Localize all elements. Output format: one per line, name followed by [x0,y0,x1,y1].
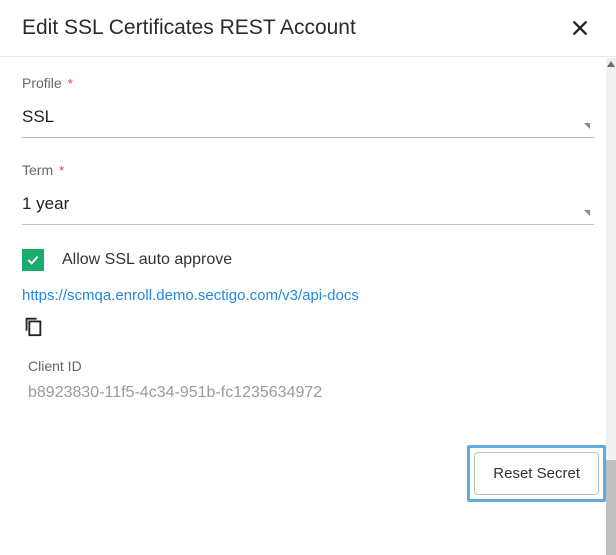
close-icon [569,17,591,39]
profile-select[interactable]: SSL [22,101,594,138]
profile-value: SSL [22,107,594,127]
profile-label: Profile [22,75,62,91]
allow-auto-approve-checkbox[interactable] [22,249,44,271]
client-id-value: b8923830-11f5-4c34-951b-fc1235634972 [22,384,594,402]
api-docs-link[interactable]: https://scmqa.enroll.demo.sectigo.com/v3… [22,287,594,304]
modal-title: Edit SSL Certificates REST Account [22,16,356,40]
term-label: Term [22,162,53,178]
scroll-up-icon [607,61,615,67]
close-button[interactable] [566,14,594,42]
copy-icon [22,314,44,338]
modal-header: Edit SSL Certificates REST Account [0,0,616,57]
scrollbar-thumb[interactable] [606,460,616,555]
chevron-down-icon [584,210,590,216]
scrollbar[interactable] [606,58,616,512]
required-indicator: * [68,76,73,91]
profile-field: Profile * SSL [22,75,594,138]
allow-auto-approve-row: Allow SSL auto approve [22,249,594,271]
modal-content: Profile * SSL Term * 1 year [0,57,616,509]
edit-rest-account-modal: Edit SSL Certificates REST Account Profi… [0,0,616,512]
reset-secret-button[interactable]: Reset Secret [474,452,599,495]
check-icon [25,252,41,268]
client-id-label: Client ID [22,358,594,374]
reset-secret-highlight: Reset Secret [467,445,606,502]
allow-auto-approve-label: Allow SSL auto approve [62,251,232,269]
term-field: Term * 1 year [22,162,594,225]
chevron-down-icon [584,123,590,129]
required-indicator: * [59,163,64,178]
term-value: 1 year [22,194,594,214]
copy-button[interactable] [22,314,44,338]
profile-label-row: Profile * [22,75,594,91]
term-label-row: Term * [22,162,594,178]
term-select[interactable]: 1 year [22,188,594,225]
